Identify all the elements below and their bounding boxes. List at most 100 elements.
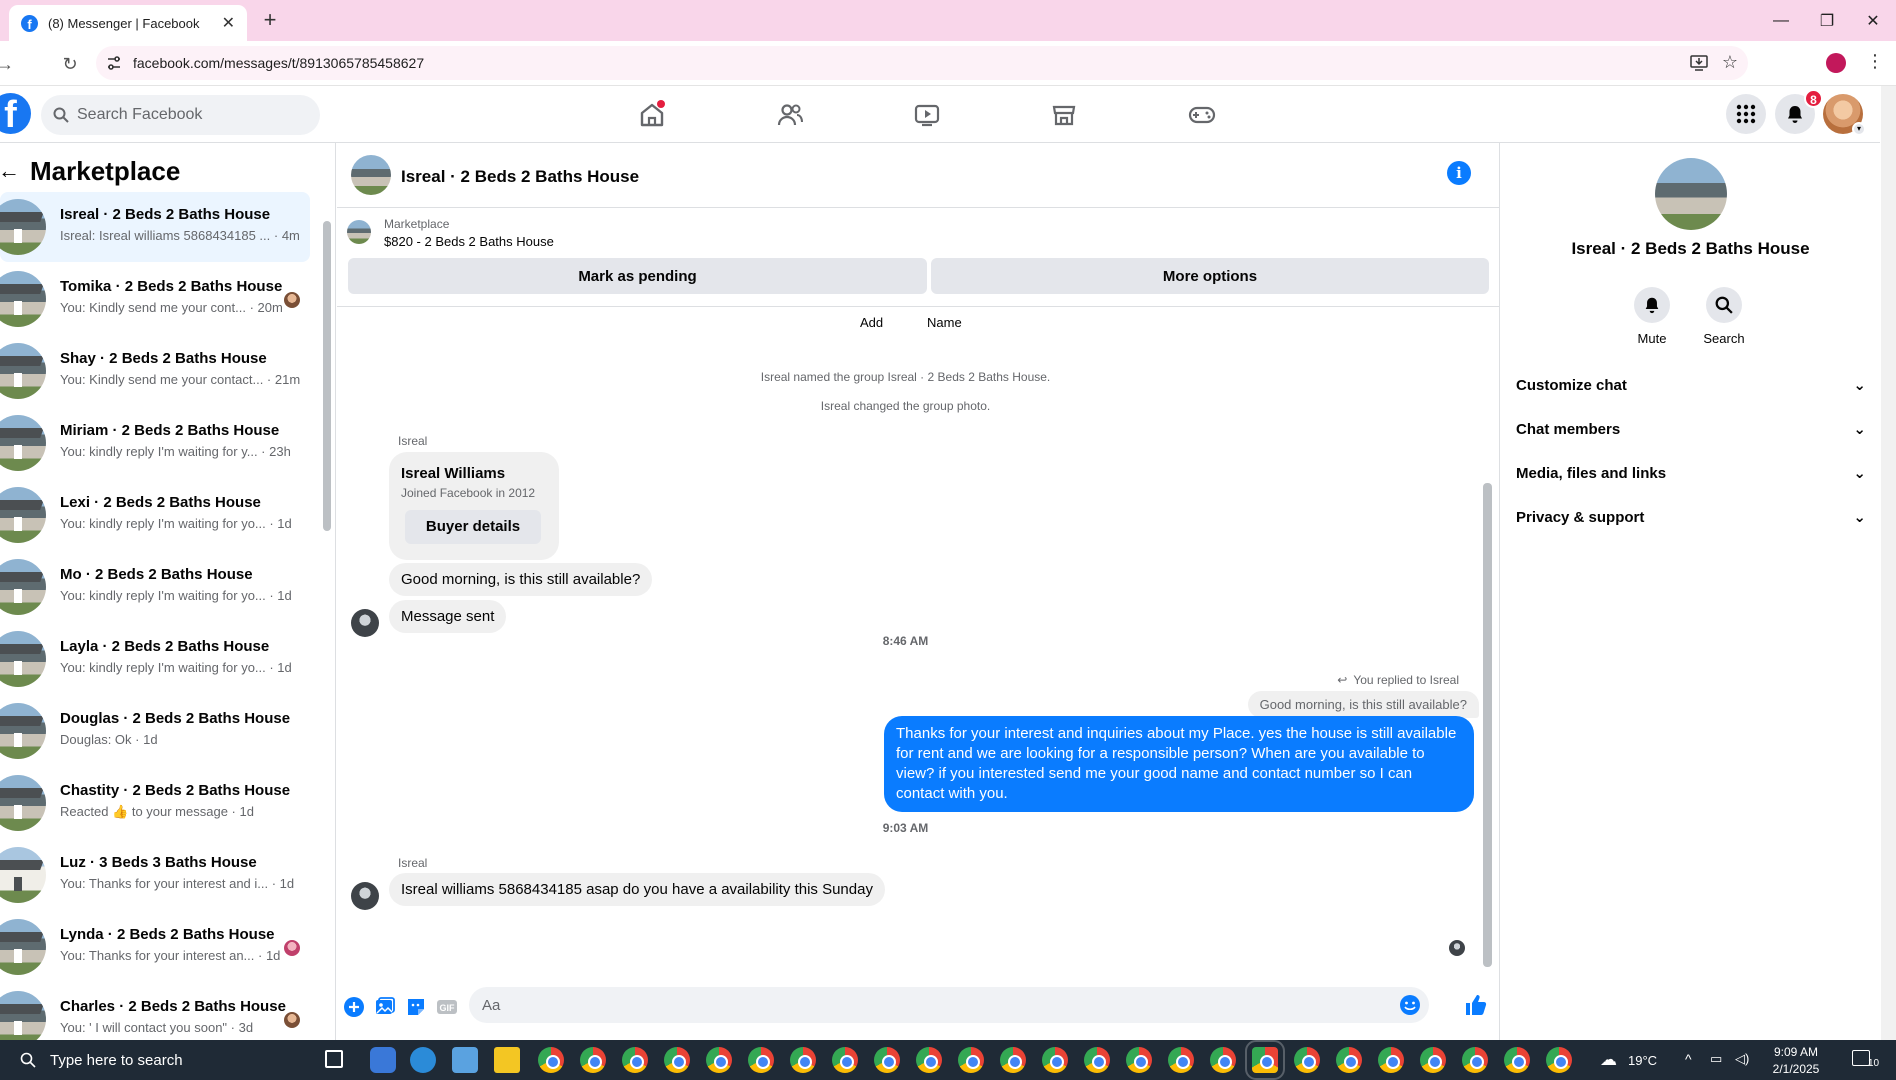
chat-members-section[interactable]: Chat members ⌄	[1516, 411, 1866, 447]
chrome-app-icon[interactable]	[1084, 1047, 1110, 1073]
conversation-item[interactable]: Charles · 2 Beds 2 Baths House You: ' I …	[0, 984, 310, 1040]
chrome-app-icon[interactable]	[1336, 1047, 1362, 1073]
install-app-icon[interactable]	[1690, 55, 1708, 71]
copilot-app-icon[interactable]	[370, 1047, 396, 1073]
incoming-message[interactable]: Isreal williams 5868434185 asap do you h…	[389, 873, 885, 906]
conversation-item[interactable]: Layla · 2 Beds 2 Baths House You: kindly…	[0, 624, 310, 694]
chevron-up-icon[interactable]: ^	[1685, 1051, 1692, 1067]
weather-temp[interactable]: 19°C	[1628, 1053, 1657, 1068]
conversation-item[interactable]: Mo · 2 Beds 2 Baths House You: kindly re…	[0, 552, 310, 622]
weather-icon[interactable]: ☁	[1600, 1050, 1617, 1070]
chrome-app-icon[interactable]	[832, 1047, 858, 1073]
new-tab-button[interactable]: +	[257, 8, 283, 34]
facebook-logo-icon[interactable]: f	[0, 93, 31, 134]
customize-chat-section[interactable]: Customize chat ⌄	[1516, 367, 1866, 403]
chrome-app-icon[interactable]	[1210, 1047, 1236, 1073]
message-input[interactable]	[482, 996, 1362, 1014]
plus-circle-icon[interactable]	[343, 996, 365, 1018]
incoming-message[interactable]: Message sent	[389, 600, 507, 633]
chrome-app-icon[interactable]	[1378, 1047, 1404, 1073]
mute-button[interactable]: Mute	[1622, 287, 1682, 346]
sender-avatar[interactable]	[351, 882, 379, 910]
chrome-app-icon[interactable]	[538, 1047, 564, 1073]
browser-tab[interactable]: f (8) Messenger | Facebook ✕	[9, 5, 247, 41]
chrome-app-icon[interactable]	[1504, 1047, 1530, 1073]
listing-summary[interactable]: Marketplace $820 - 2 Beds 2 Baths House	[347, 215, 747, 255]
friends-nav-icon[interactable]	[767, 92, 813, 138]
conversation-avatar[interactable]	[351, 155, 391, 195]
photo-icon[interactable]	[374, 996, 396, 1018]
chrome-app-icon[interactable]	[664, 1047, 690, 1073]
chrome-app-icon[interactable]	[874, 1047, 900, 1073]
maximize-button[interactable]: ❐	[1804, 0, 1850, 41]
conversation-item[interactable]: Chastity · 2 Beds 2 Baths House Reacted …	[0, 768, 310, 838]
search-input[interactable]	[77, 106, 297, 124]
chrome-app-icon[interactable]	[916, 1047, 942, 1073]
quoted-message[interactable]: Good morning, is this still available?	[1247, 691, 1479, 718]
chrome-app-icon[interactable]	[1126, 1047, 1152, 1073]
conversation-item[interactable]: Douglas · 2 Beds 2 Baths House Douglas: …	[0, 696, 310, 766]
site-info-icon[interactable]	[106, 55, 122, 71]
thumbs-up-icon[interactable]	[1464, 993, 1487, 1015]
notifications-bell-icon[interactable]: 8	[1775, 89, 1823, 134]
chrome-app-icon[interactable]	[1000, 1047, 1026, 1073]
chrome-app-icon[interactable]	[748, 1047, 774, 1073]
chat-list-scrollbar[interactable]	[320, 171, 332, 1039]
account-avatar[interactable]: ▾	[1823, 94, 1866, 136]
chrome-app-icon[interactable]	[1294, 1047, 1320, 1073]
conversation-item[interactable]: Miriam · 2 Beds 2 Baths House You: kindl…	[0, 408, 310, 478]
sender-avatar[interactable]	[351, 609, 379, 637]
privacy-support-section[interactable]: Privacy & support ⌄	[1516, 499, 1866, 535]
chrome-app-icon[interactable]	[706, 1047, 732, 1073]
minimize-button[interactable]: —	[1758, 0, 1804, 41]
network-icon[interactable]: ▭	[1710, 1051, 1722, 1067]
more-options-button[interactable]: More options	[931, 258, 1489, 294]
chrome-app-icon[interactable]	[1168, 1047, 1194, 1073]
emoji-icon[interactable]	[1399, 994, 1421, 1016]
mark-pending-button[interactable]: Mark as pending	[348, 258, 927, 294]
thread-scrollbar[interactable]	[1480, 307, 1494, 977]
conversation-item[interactable]: Tomika · 2 Beds 2 Baths House You: Kindl…	[0, 264, 310, 334]
conversation-item[interactable]: Lexi · 2 Beds 2 Baths House You: kindly …	[0, 480, 310, 550]
page-scrollbar[interactable]	[1881, 86, 1896, 1040]
chrome-app-icon[interactable]	[958, 1047, 984, 1073]
add-label[interactable]: Add	[860, 315, 883, 330]
message-input-box[interactable]	[469, 987, 1429, 1023]
chrome-app-icon[interactable]	[622, 1047, 648, 1073]
gif-icon[interactable]: GIF	[436, 996, 458, 1018]
outgoing-message[interactable]: Thanks for your interest and inquiries a…	[884, 716, 1474, 812]
chrome-app-icon[interactable]	[1042, 1047, 1068, 1073]
conversation-item[interactable]: Isreal · 2 Beds 2 Baths House Isreal: Is…	[0, 192, 310, 262]
profile-icon[interactable]	[1826, 53, 1846, 73]
media-files-links-section[interactable]: Media, files and links ⌄	[1516, 455, 1866, 491]
gaming-nav-icon[interactable]	[1179, 92, 1225, 138]
edge-app-icon[interactable]	[410, 1047, 436, 1073]
sticker-icon[interactable]	[405, 996, 427, 1018]
conversation-title[interactable]: Isreal · 2 Beds 2 Baths House	[401, 167, 639, 187]
menu-grid-icon[interactable]	[1726, 94, 1766, 134]
chrome-menu-icon[interactable]: ⋮	[1866, 51, 1884, 72]
bookmark-star-icon[interactable]: ☆	[1722, 52, 1738, 73]
conversation-item[interactable]: Lynda · 2 Beds 2 Baths House You: Thanks…	[0, 912, 310, 982]
close-window-button[interactable]: ✕	[1850, 0, 1896, 41]
chrome-app-icon[interactable]	[580, 1047, 606, 1073]
chrome-app-icon[interactable]	[1462, 1047, 1488, 1073]
volume-icon[interactable]: ◁)	[1735, 1051, 1749, 1067]
buyer-details-button[interactable]: Buyer details	[405, 510, 541, 544]
omnibox[interactable]: facebook.com/messages/t/8913065785458627…	[96, 46, 1748, 80]
home-nav-icon[interactable]	[629, 92, 675, 138]
taskbar-search[interactable]: Type here to search	[20, 1044, 290, 1076]
chat-avatar[interactable]	[1655, 158, 1727, 230]
incoming-message[interactable]: Good morning, is this still available?	[389, 563, 653, 596]
back-arrow-icon[interactable]: ←	[0, 158, 24, 184]
forward-icon[interactable]: →	[0, 51, 18, 77]
marketplace-nav-icon[interactable]	[1041, 92, 1087, 138]
chrome-app-icon[interactable]	[1546, 1047, 1572, 1073]
name-label[interactable]: Name	[927, 315, 962, 330]
close-tab-icon[interactable]: ✕	[222, 13, 235, 33]
conversation-item[interactable]: Luz · 3 Beds 3 Baths House You: Thanks f…	[0, 840, 310, 910]
task-view-icon[interactable]	[325, 1050, 343, 1068]
chrome-app-icon[interactable]	[1420, 1047, 1446, 1073]
facebook-search[interactable]	[41, 95, 320, 135]
photos-app-icon[interactable]	[452, 1047, 478, 1073]
